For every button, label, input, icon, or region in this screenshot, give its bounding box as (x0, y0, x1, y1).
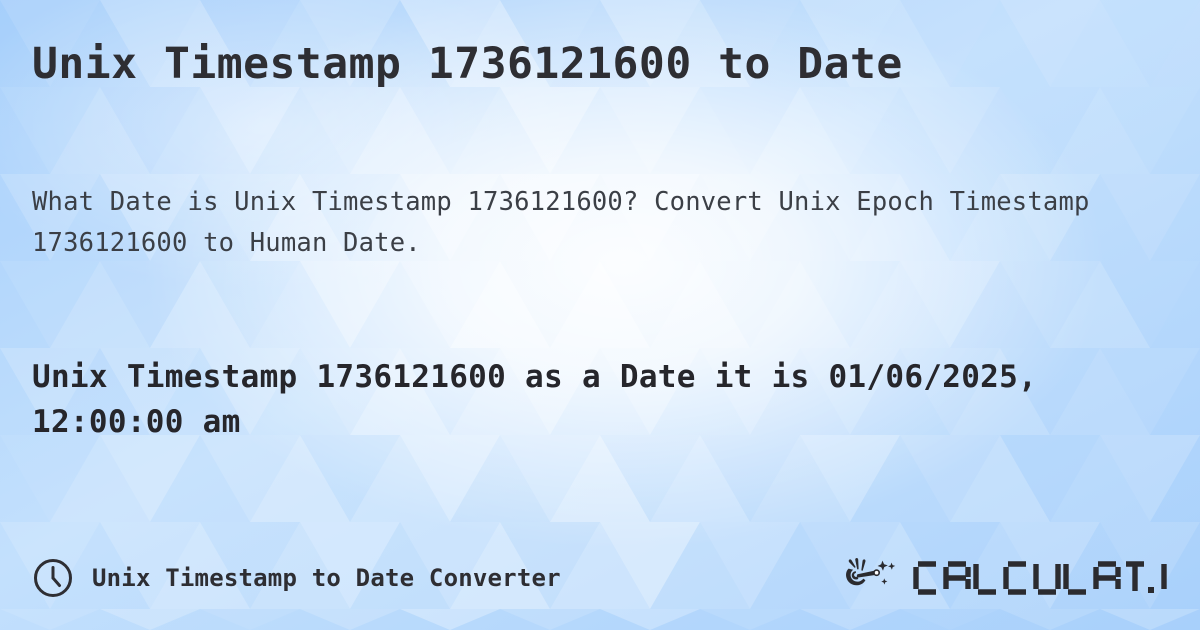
brand-logo[interactable] (842, 556, 1174, 600)
footer-branding-left: Unix Timestamp to Date Converter (32, 557, 561, 599)
card-footer: Unix Timestamp to Date Converter (32, 550, 1174, 606)
og-preview-card: Unix Timestamp 1736121600 to Date What D… (0, 0, 1200, 630)
card-content: Unix Timestamp 1736121600 to Date What D… (0, 0, 1200, 630)
brand-wordmark (912, 558, 1174, 598)
page-description: What Date is Unix Timestamp 1736121600? … (32, 187, 1090, 258)
page-title: Unix Timestamp 1736121600 to Date (32, 39, 903, 89)
footer-label: Unix Timestamp to Date Converter (92, 564, 561, 592)
clock-icon (32, 557, 74, 599)
conversion-result: Unix Timestamp 1736121600 as a Date it i… (32, 359, 1038, 440)
magic-wand-hand-icon (842, 556, 906, 600)
